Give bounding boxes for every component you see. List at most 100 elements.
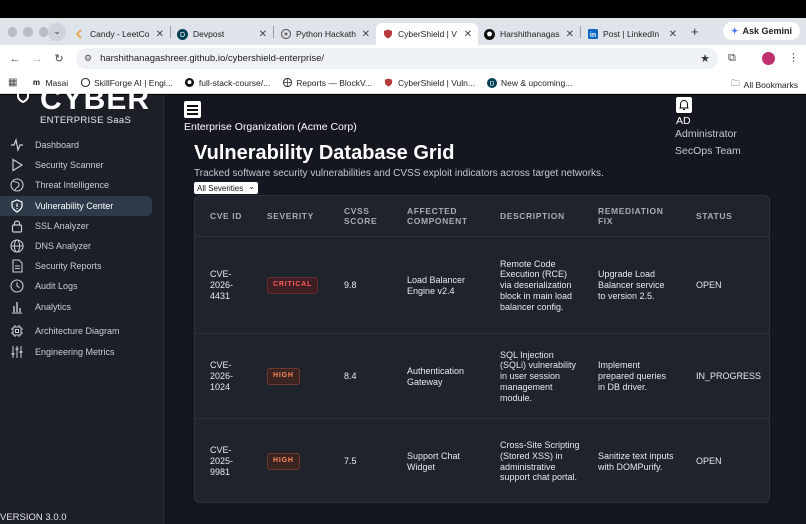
sidebar-item-architecture-diagram[interactable]: Architecture Diagram — [0, 321, 154, 341]
close-tab-icon[interactable]: ✕ — [669, 29, 677, 40]
close-tab-icon[interactable]: ✕ — [464, 29, 472, 40]
brand-logo: CYBER — [40, 83, 151, 116]
severity-cell: HIGH — [267, 334, 300, 419]
sidebar-item-dns-analyzer[interactable]: DNS Analyzer — [0, 236, 154, 256]
close-tab-icon[interactable]: ✕ — [566, 29, 574, 40]
browser-tab[interactable]: Candy - LeetCo ✕ — [68, 23, 170, 45]
bookmark-item[interactable]: CyberShield | Vuln... — [384, 78, 475, 88]
address-bar[interactable]: ⚙ harshithanagashreer.github.io/cybershi… — [76, 48, 718, 69]
bookmark-item[interactable]: Reports — BlockV... — [282, 78, 372, 88]
browser-tab[interactable]: Python Hackath ✕ — [274, 23, 376, 45]
github-icon — [484, 28, 495, 40]
severity-cell: HIGH — [267, 419, 300, 502]
app-version: VERSION 3.0.0 — [0, 512, 67, 523]
browser-tab[interactable]: D Devpost ✕ — [171, 23, 273, 45]
status-badge: HIGH — [267, 368, 300, 385]
close-tab-icon[interactable]: ✕ — [362, 29, 370, 40]
browser-tab[interactable]: Harshithanagas ✕ — [478, 23, 580, 45]
extensions-icon[interactable]: ⧉ — [728, 52, 736, 65]
cvss-score: 7.5 — [344, 456, 357, 467]
cvss-score: 9.8 — [344, 280, 357, 291]
sidebar-nav: Dashboard Security Scanner Threat Intell… — [0, 135, 164, 362]
close-tab-icon[interactable]: ✕ — [259, 29, 267, 40]
play-icon — [10, 158, 24, 172]
remediation-fix: Implement prepared queries in DB driver. — [598, 360, 667, 392]
browser-tab[interactable]: in Post | LinkedIn ✕ — [581, 23, 683, 45]
sidebar-item-vulnerability-center[interactable]: Vulnerability Center — [0, 195, 152, 216]
sidebar-item-engineering-metrics[interactable]: Engineering Metrics — [0, 341, 154, 361]
chevron-down-icon: ⌄ — [53, 26, 61, 36]
vulnerability-table: CVE ID SEVERITY CVSS SCORE AFFECTED COMP… — [194, 195, 770, 503]
browser-tab-active[interactable]: CyberShield | V ✕ — [376, 23, 478, 45]
sidebar-item-threat-intelligence[interactable]: Threat Intelligence — [0, 175, 154, 195]
sidebar-item-audit-logs[interactable]: Audit Logs — [0, 276, 154, 296]
cve-id: CVE-2026-1024 — [210, 360, 234, 392]
all-bookmarks-button[interactable]: 🗀 All Bookmarks — [731, 78, 798, 92]
table-row: CVE-2026-1024 HIGH 8.4 Authentication Ga… — [195, 334, 769, 419]
back-button[interactable]: ← — [4, 53, 26, 65]
user-initials[interactable]: AD — [676, 115, 691, 127]
reload-button[interactable]: ↻ — [48, 52, 70, 65]
close-window-button[interactable] — [8, 26, 18, 37]
page-subtitle: Tracked software security vulnerabilitie… — [194, 168, 604, 179]
sidebar-item-security-scanner[interactable]: Security Scanner — [0, 155, 154, 175]
bell-icon — [679, 99, 689, 111]
window-controls — [0, 26, 48, 37]
ask-gemini-button[interactable]: ✦ Ask Gemini — [722, 22, 800, 40]
shield-logo-icon — [17, 91, 29, 104]
sidebar-item-analytics[interactable]: Analytics — [0, 297, 154, 317]
apps-grid-icon[interactable]: ▦ — [8, 77, 17, 88]
bookmark-item[interactable]: D New & upcoming... — [486, 77, 572, 88]
chevron-down-icon: ⌄ — [248, 182, 255, 191]
column-header: AFFECTED COMPONENT — [407, 205, 468, 226]
bar-chart-icon — [10, 300, 24, 314]
cybershield-icon — [384, 78, 394, 88]
column-header: SEVERITY — [267, 210, 314, 221]
sidebar: CYBER ENTERPRISE SaaS Dashboard Security… — [0, 83, 164, 524]
notifications-button[interactable] — [676, 97, 692, 113]
clock-icon — [10, 279, 24, 293]
severity-cell: CRITICAL — [267, 237, 319, 334]
hamburger-icon — [187, 104, 198, 107]
column-header: STATUS — [696, 210, 733, 221]
page-title: Vulnerability Database Grid — [194, 142, 455, 164]
main-content: Enterprise Organization (Acme Corp) AD A… — [165, 95, 806, 524]
bookmark-star-icon[interactable]: ★ — [700, 52, 710, 65]
status: OPEN — [696, 280, 722, 291]
browser-tab-strip: ⌄ Candy - LeetCo ✕ D Devpost ✕ Python Ha… — [0, 18, 806, 45]
table-header: CVE ID SEVERITY CVSS SCORE AFFECTED COMP… — [195, 196, 769, 237]
description: Remote Code Execution (RCE) via deserial… — [500, 258, 573, 312]
status: IN_PROGRESS — [696, 371, 762, 382]
menu-toggle-button[interactable] — [184, 101, 201, 118]
activity-icon — [10, 138, 24, 153]
site-info-icon[interactable]: ⚙ — [84, 53, 92, 64]
svg-text:D: D — [490, 80, 495, 87]
app-container: CYBER ENTERPRISE SaaS Dashboard Security… — [0, 83, 806, 524]
table-row: CVE-2026-4431 CRITICAL 9.8 Load Balancer… — [195, 237, 769, 334]
sidebar-item-security-reports[interactable]: Security Reports — [0, 256, 154, 276]
table-row: CVE-2025-9981 HIGH 7.5 Support Chat Widg… — [195, 419, 769, 502]
cve-id: CVE-2025-9981 — [210, 445, 234, 477]
column-header: CVE ID — [210, 210, 242, 221]
zoom-window-button[interactable] — [38, 26, 48, 37]
browser-menu-icon[interactable]: ⋮ — [788, 51, 799, 64]
tab-search-button[interactable]: ⌄ — [48, 22, 66, 41]
bookmark-item[interactable]: full-stack-course/... — [185, 78, 270, 88]
organization-name: Enterprise Organization (Acme Corp) — [184, 121, 357, 133]
description: Cross-Site Scripting (Stored XSS) in adm… — [500, 439, 580, 483]
profile-avatar[interactable] — [762, 52, 775, 65]
sidebar-item-dashboard[interactable]: Dashboard — [0, 135, 154, 155]
close-tab-icon[interactable]: ✕ — [156, 29, 164, 40]
description: SQL Injection (SQLi) vulnerability in us… — [500, 349, 577, 403]
folder-icon: 🗀 — [731, 78, 740, 88]
forward-button[interactable]: → — [26, 53, 48, 65]
python-icon — [280, 29, 291, 40]
user-team: SecOps Team — [675, 145, 741, 157]
globe-icon — [282, 78, 292, 88]
severity-filter-select[interactable]: All Severities ⌄ — [194, 182, 258, 194]
github-icon — [185, 78, 195, 88]
leetcode-icon — [74, 29, 85, 40]
minimize-window-button[interactable] — [23, 26, 33, 37]
new-tab-button[interactable]: + — [691, 24, 699, 39]
sidebar-item-ssl-analyzer[interactable]: SSL Analyzer — [0, 216, 154, 236]
